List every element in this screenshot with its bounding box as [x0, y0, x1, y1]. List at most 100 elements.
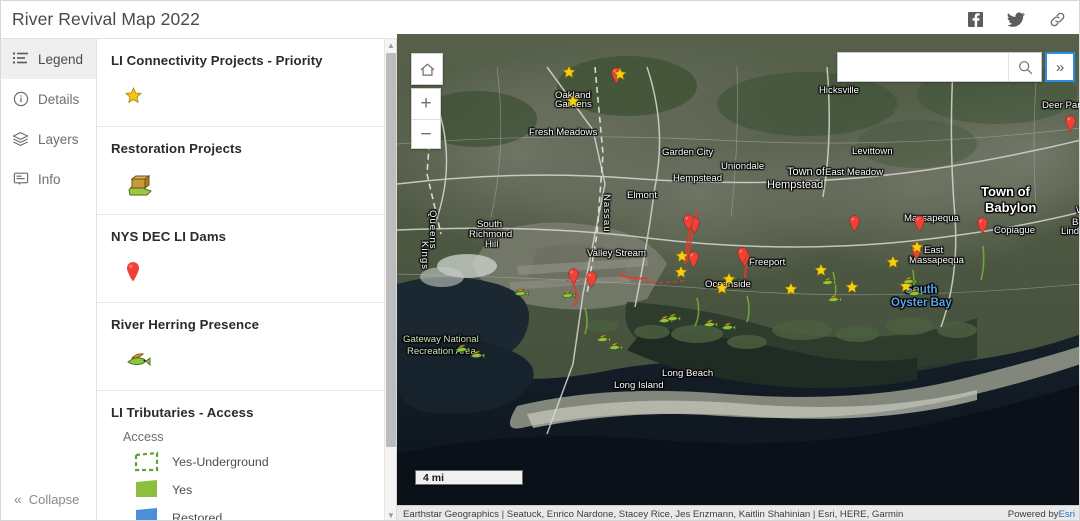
polygon-swatch-blue	[136, 508, 157, 520]
map-marker-river-herring[interactable]	[665, 310, 681, 322]
scale-bar-label: 4 mi	[423, 471, 445, 484]
map-marker-priority-star[interactable]	[562, 64, 576, 79]
expand-search-button[interactable]: »	[1045, 52, 1075, 82]
map-marker-dam-pin[interactable]	[682, 213, 695, 231]
map-label: South	[477, 219, 503, 230]
zoom-out-button[interactable]: −	[412, 120, 440, 150]
link-icon[interactable]	[1047, 10, 1067, 30]
restoration-icon	[128, 175, 152, 196]
legend-item-label: Yes-Underground	[172, 455, 269, 469]
legend-icon	[12, 51, 29, 68]
collapse-button[interactable]: « Collapse	[1, 476, 96, 520]
legend-item-label: Restored	[172, 511, 223, 521]
map-marker-river-herring[interactable]	[454, 341, 470, 353]
legend-symbol-row	[111, 170, 371, 196]
sidebar-item-layers[interactable]: Layers	[1, 119, 96, 159]
map-search	[837, 52, 1042, 82]
map-marker-river-herring[interactable]	[702, 316, 718, 328]
info-circle-icon	[12, 91, 29, 108]
map-marker-river-herring[interactable]	[907, 285, 923, 297]
legend-item: Yes-Underground	[111, 448, 371, 476]
legend-group-title: LI Connectivity Projects - Priority	[111, 53, 323, 68]
collapse-label: Collapse	[28, 491, 80, 507]
map-marker-river-herring[interactable]	[826, 291, 842, 303]
search-input[interactable]	[845, 53, 1008, 81]
map-marker-dam-pin[interactable]	[848, 214, 861, 232]
legend-group-title: River Herring Presence	[111, 317, 260, 332]
sidebar-item-info[interactable]: Info	[1, 159, 96, 199]
legend-scrollbar[interactable]: ▲ ▼	[384, 39, 396, 520]
map-marker-priority-star[interactable]	[566, 93, 580, 108]
map-marker-priority-star[interactable]	[613, 66, 627, 81]
home-icon	[420, 63, 434, 76]
sidebar-item-label: Legend	[38, 51, 84, 67]
map-label: Long Island	[614, 380, 664, 391]
map-label: Kings	[419, 241, 431, 270]
map-marker-priority-star[interactable]	[674, 264, 688, 279]
legend-group: River Herring Presence	[97, 303, 385, 391]
legend-group: NYS DEC LI Dams	[97, 215, 385, 303]
map-marker-priority-star[interactable]	[845, 279, 859, 294]
scrollbar-thumb[interactable]	[386, 53, 396, 447]
map-label: Nassau	[601, 194, 613, 233]
legend-group-title: LI Tributaries - Access	[111, 405, 254, 420]
esri-link[interactable]: Esri	[1058, 509, 1075, 520]
map-marker-river-herring[interactable]	[820, 274, 836, 286]
map-marker-river-herring[interactable]	[469, 347, 485, 359]
twitter-icon[interactable]	[1006, 10, 1026, 30]
map-marker-priority-star[interactable]	[722, 271, 736, 286]
map-label: Lindenhurst	[1061, 226, 1080, 237]
home-button[interactable]	[411, 53, 443, 85]
scale-bar: 4 mi	[415, 470, 523, 485]
sidebar-item-details[interactable]: Details	[1, 79, 96, 119]
search-icon[interactable]	[1008, 53, 1041, 81]
map-marker-priority-star[interactable]	[675, 248, 689, 263]
map-marker-dam-pin[interactable]	[976, 216, 989, 234]
map-label: Oyster Bay	[891, 297, 952, 309]
social-share-group	[965, 10, 1067, 30]
map-label: Garden City	[662, 147, 714, 158]
map-marker-river-herring[interactable]	[901, 273, 917, 285]
legend-group: LI Tributaries - Access Access Yes-Under…	[97, 391, 385, 521]
sidebar-item-legend[interactable]: Legend	[1, 39, 96, 79]
legend-item: Yes	[111, 476, 371, 504]
sidebar-item-label: Layers	[38, 131, 79, 147]
map-marker-river-herring[interactable]	[720, 319, 736, 331]
map-label: East Meadow	[825, 167, 884, 178]
zoom-controls: + −	[411, 88, 441, 149]
map-marker-river-herring[interactable]	[513, 285, 529, 297]
scroll-up-arrow-icon[interactable]: ▲	[385, 39, 396, 52]
map-canvas[interactable]: OaklandGardensFresh MeadowsHicksvilleDee…	[397, 34, 1080, 520]
map-marker-priority-star[interactable]	[886, 254, 900, 269]
map-marker-dam-pin[interactable]	[585, 270, 598, 288]
legend-group-title: Restoration Projects	[111, 141, 242, 156]
map-marker-dam-pin[interactable]	[1064, 114, 1077, 132]
map-marker-dam-pin[interactable]	[913, 214, 926, 232]
legend-group: LI Connectivity Projects - Priority	[97, 39, 385, 127]
map-label: Hempstead	[673, 173, 723, 184]
map-label: Queens	[427, 210, 439, 250]
legend-item-label: Yes	[172, 483, 193, 497]
map-overlay: OaklandGardensFresh MeadowsHicksvilleDee…	[397, 34, 1080, 520]
map-label: East	[924, 245, 944, 256]
map-label: Hempstead	[767, 179, 824, 191]
map-marker-priority-star[interactable]	[784, 281, 798, 296]
page-title: River Revival Map 2022	[12, 9, 200, 29]
scroll-down-arrow-icon[interactable]: ▼	[385, 509, 396, 520]
map-label: Levittown	[852, 146, 893, 157]
map-marker-river-herring[interactable]	[560, 287, 576, 299]
map-marker-dam-pin[interactable]	[736, 246, 749, 264]
zoom-in-button[interactable]: +	[412, 89, 440, 120]
map-label: Deer Park	[1042, 100, 1079, 111]
left-nav-rail: Legend Details Layers Info « Collapse	[1, 39, 97, 520]
facebook-icon[interactable]	[965, 10, 985, 30]
map-marker-priority-star[interactable]	[910, 239, 924, 254]
legend-symbol-row	[111, 258, 371, 284]
map-label: Richmond	[469, 229, 513, 240]
map-label: Hill	[485, 239, 499, 250]
map-label: Hicksville	[819, 85, 859, 96]
map-marker-river-herring[interactable]	[607, 339, 623, 351]
legend-subgroup-title: Access	[123, 430, 164, 444]
map-marker-dam-pin[interactable]	[567, 267, 580, 285]
map-application: River Revival Map 2022 Legend Details La…	[0, 0, 1080, 521]
